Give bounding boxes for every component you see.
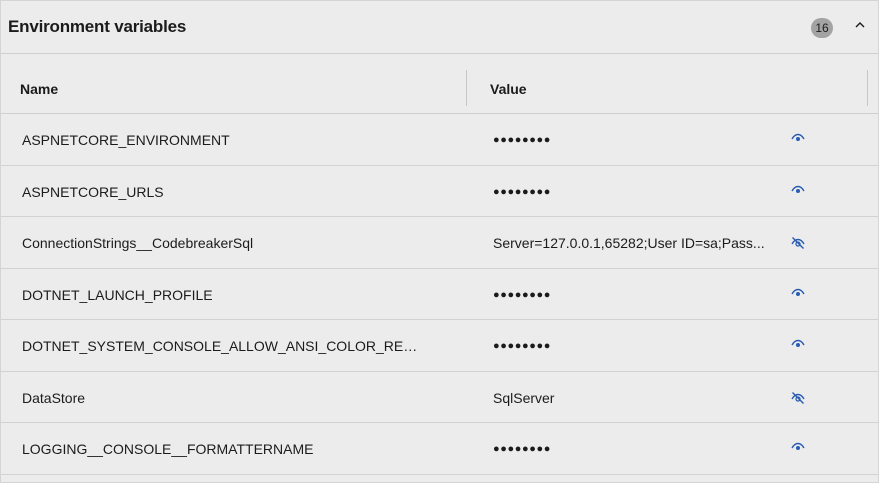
eye-icon bbox=[787, 185, 809, 195]
variable-name: ConnectionStrings__CodebreakerSql bbox=[22, 235, 254, 251]
variable-value: ●●●●●●●● bbox=[493, 340, 551, 352]
table-row[interactable]: ASPNETCORE_URLS ●●●●●●●● bbox=[1, 166, 878, 217]
environment-variables-panel: Environment variables 16 Name Value ASPN… bbox=[0, 0, 879, 483]
variable-value: SqlServer bbox=[493, 389, 555, 406]
variable-name: DataStore bbox=[22, 389, 86, 406]
variables-table-body: ASPNETCORE_ENVIRONMENT ●●●●●●●● ASPNETCORE… bbox=[1, 114, 878, 475]
collapse-button[interactable] bbox=[849, 15, 871, 39]
column-header-value[interactable]: Value bbox=[490, 81, 527, 97]
table-row[interactable]: DOTNET_LAUNCH_PROFILE ●●●●●●●● bbox=[1, 269, 878, 320]
variable-value: ●●●●●●●● bbox=[493, 134, 551, 146]
hide-value-button[interactable] bbox=[787, 388, 809, 408]
variable-name: DOTNET_SYSTEM_CONSOLE_ALLOW_ANSI_COLOR_R… bbox=[22, 338, 422, 354]
column-resize-handle[interactable] bbox=[466, 70, 467, 106]
chevron-up-icon bbox=[855, 22, 865, 28]
eye-icon bbox=[787, 288, 809, 298]
eye-slash-icon bbox=[787, 391, 809, 405]
table-row[interactable]: ConnectionStrings__CodebreakerSql Server=… bbox=[1, 217, 878, 269]
variable-name: ASPNETCORE_ENVIRONMENT bbox=[22, 132, 230, 148]
panel-title: Environment variables bbox=[8, 17, 187, 36]
variable-name: ASPNETCORE_URLS bbox=[22, 183, 164, 200]
variable-value: ●●●●●●●● bbox=[493, 185, 551, 198]
table-row[interactable]: ASPNETCORE_ENVIRONMENT ●●●●●●●● bbox=[1, 114, 878, 166]
variable-value: ●●●●●●●● bbox=[493, 443, 551, 455]
eye-icon bbox=[787, 339, 809, 349]
table-header: Name Value bbox=[1, 64, 878, 114]
eye-icon bbox=[787, 442, 809, 452]
show-value-button[interactable] bbox=[787, 285, 809, 305]
table-row[interactable]: DataStore SqlServer bbox=[1, 372, 878, 423]
hide-value-button[interactable] bbox=[787, 233, 809, 253]
eye-icon bbox=[787, 133, 809, 143]
table-row[interactable]: DOTNET_SYSTEM_CONSOLE_ALLOW_ANSI_COLOR_R… bbox=[1, 320, 878, 372]
column-resize-handle[interactable] bbox=[867, 70, 868, 106]
variable-name: LOGGING__CONSOLE__FORMATTERNAME bbox=[22, 441, 314, 457]
variable-value: ●●●●●●●● bbox=[493, 288, 551, 301]
count-badge: 16 bbox=[811, 18, 833, 38]
eye-slash-icon bbox=[787, 236, 809, 250]
variable-value: Server=127.0.0.1,65282;User ID=sa;Pass..… bbox=[493, 235, 765, 251]
show-value-button[interactable] bbox=[787, 130, 809, 150]
panel-header[interactable]: Environment variables 16 bbox=[1, 1, 878, 54]
show-value-button[interactable] bbox=[787, 439, 809, 459]
show-value-button[interactable] bbox=[787, 336, 809, 356]
variable-name: DOTNET_LAUNCH_PROFILE bbox=[22, 286, 213, 303]
column-header-name[interactable]: Name bbox=[20, 81, 58, 97]
show-value-button[interactable] bbox=[787, 182, 809, 202]
table-row[interactable]: LOGGING__CONSOLE__FORMATTERNAME ●●●●●●●● bbox=[1, 423, 878, 475]
